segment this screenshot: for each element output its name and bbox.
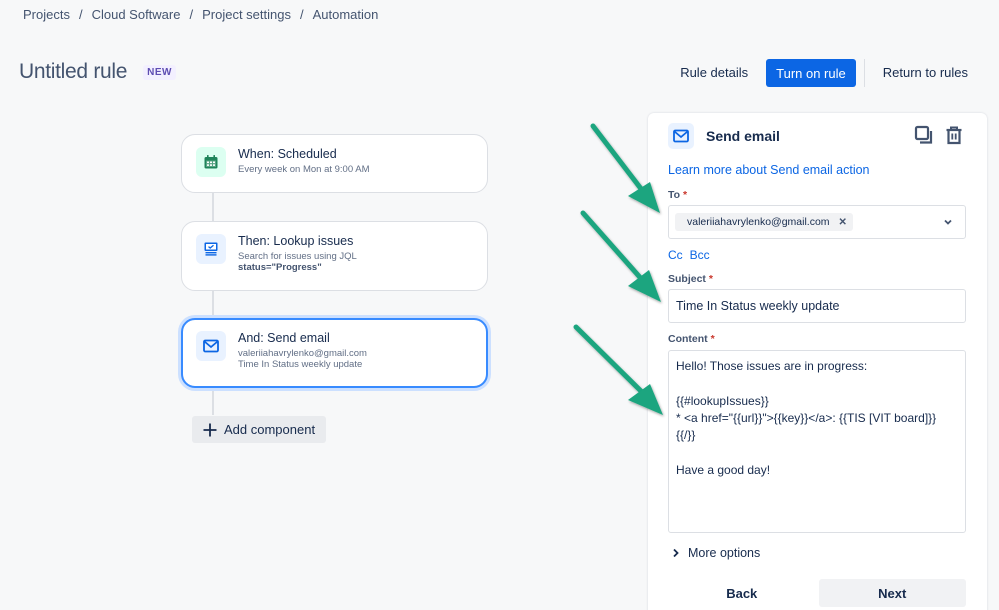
- header-divider: [863, 58, 865, 87]
- rule-details-button[interactable]: Rule details: [670, 58, 758, 87]
- trigger-card-scheduled[interactable]: When: Scheduled Every week on Mon at 9:0…: [181, 134, 488, 193]
- content-label: Content *: [668, 333, 715, 345]
- to-label-text: To: [668, 189, 681, 201]
- action-card-send-email[interactable]: And: Send email valeriiahavrylenko@gmail…: [181, 318, 488, 388]
- subject-label: Subject *: [668, 273, 713, 285]
- return-to-rules-button[interactable]: Return to rules: [873, 58, 978, 87]
- required-indicator: *: [708, 273, 713, 285]
- more-options-toggle[interactable]: More options: [672, 546, 760, 560]
- breadcrumb-separator: /: [78, 7, 83, 22]
- calendar-icon: [196, 147, 226, 177]
- mail-icon: [196, 331, 226, 361]
- recipient-chip-label: valeriiahavrylenko@gmail.com: [687, 216, 830, 228]
- remove-recipient-icon[interactable]: ✕: [839, 217, 847, 228]
- subject-input[interactable]: [668, 289, 966, 323]
- content-label-text: Content: [668, 333, 708, 345]
- trigger-card-text: When: Scheduled Every week on Mon at 9:0…: [238, 147, 369, 175]
- lookup-card-text: Then: Lookup issues Search for issues us…: [238, 234, 357, 273]
- lookup-card-title: Then: Lookup issues: [238, 234, 354, 248]
- panel-tools: [914, 125, 964, 145]
- back-button[interactable]: Back: [668, 579, 816, 607]
- more-options-label: More options: [688, 546, 761, 560]
- header-actions: Rule details Turn on rule Return to rule…: [670, 58, 978, 87]
- to-label: To *: [668, 189, 687, 201]
- action-card-lookup-issues[interactable]: Then: Lookup issues Search for issues us…: [181, 221, 488, 291]
- duplicate-icon[interactable]: [914, 125, 934, 145]
- email-card-recipient: valeriiahavrylenko@gmail.com: [238, 348, 367, 359]
- breadcrumb-projects[interactable]: Projects: [23, 7, 70, 22]
- panel-header: Send email: [668, 123, 780, 149]
- next-button[interactable]: Next: [818, 579, 966, 607]
- subject-label-text: Subject: [668, 273, 706, 285]
- bcc-link[interactable]: Bcc: [690, 248, 710, 262]
- turn-on-rule-button[interactable]: Turn on rule: [766, 58, 856, 87]
- new-badge: NEW: [143, 64, 176, 80]
- trigger-card-title: When: Scheduled: [238, 147, 337, 161]
- chevron-down-icon[interactable]: [943, 217, 953, 227]
- email-card-text: And: Send email valeriiahavrylenko@gmail…: [238, 331, 367, 370]
- add-component-label: Add component: [224, 422, 316, 437]
- trigger-card-schedule: Every week on Mon at 9:00 AM: [238, 164, 370, 175]
- panel-title: Send email: [706, 128, 780, 144]
- chevron-right-icon: [673, 548, 679, 558]
- lookup-card-jql: status="Progress": [238, 262, 322, 273]
- title-row: Untitled rule NEW: [19, 60, 176, 84]
- breadcrumb-automation[interactable]: Automation: [313, 7, 379, 22]
- add-component-button[interactable]: Add component: [192, 416, 326, 443]
- cc-link[interactable]: Cc: [668, 248, 683, 262]
- lookup-issues-icon: [196, 234, 226, 264]
- breadcrumb: Projects / Cloud Software / Project sett…: [23, 7, 378, 22]
- to-field[interactable]: valeriiahavrylenko@gmail.com ✕: [668, 205, 966, 239]
- recipient-chip: valeriiahavrylenko@gmail.com ✕: [675, 213, 853, 231]
- required-indicator: *: [710, 333, 715, 345]
- learn-more-link[interactable]: Learn more about Send email action: [668, 163, 870, 177]
- lookup-card-description: Search for issues using JQL: [238, 251, 357, 262]
- breadcrumb-cloud-software[interactable]: Cloud Software: [92, 7, 181, 22]
- breadcrumb-separator: /: [299, 7, 304, 22]
- required-indicator: *: [682, 189, 688, 201]
- page-title[interactable]: Untitled rule: [19, 60, 127, 84]
- content-textarea[interactable]: Hello! Those issues are in progress: {{#…: [668, 350, 966, 533]
- email-card-subject: Time In Status weekly update: [238, 359, 363, 370]
- cc-bcc-row: Cc Bcc: [668, 248, 710, 262]
- delete-icon[interactable]: [944, 125, 964, 145]
- mail-icon: [668, 123, 694, 149]
- send-email-panel: Send email Learn more about Send email a…: [648, 113, 987, 610]
- plus-icon: [203, 423, 217, 436]
- email-card-title: And: Send email: [238, 331, 330, 345]
- breadcrumb-project-settings[interactable]: Project settings: [202, 7, 291, 22]
- panel-footer: Back Next: [668, 579, 966, 607]
- breadcrumb-separator: /: [189, 7, 194, 22]
